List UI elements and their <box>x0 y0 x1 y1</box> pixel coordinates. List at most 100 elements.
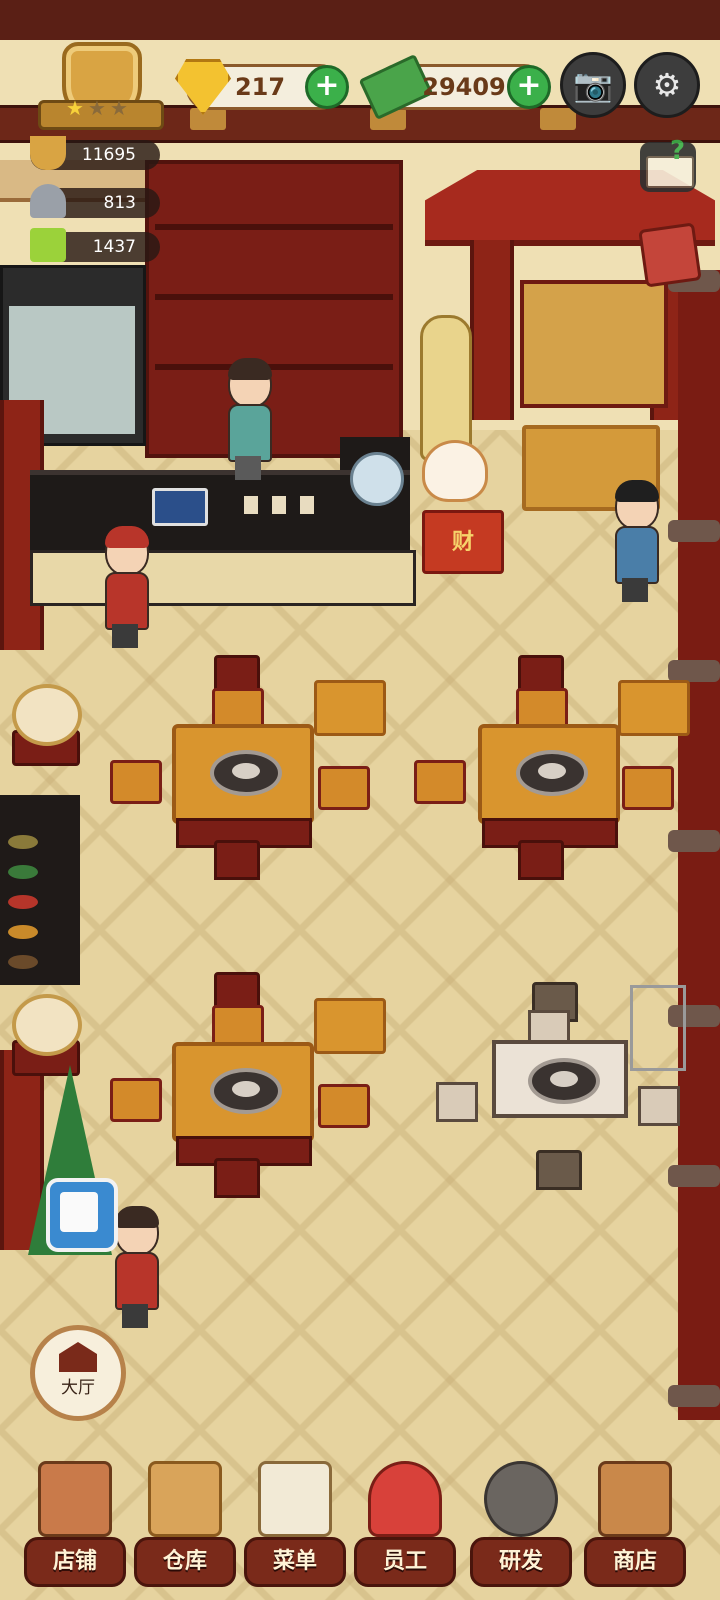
chair[interactable] <box>518 840 564 880</box>
chair[interactable] <box>622 766 674 810</box>
hall-button[interactable]: 大厅 <box>30 1325 126 1421</box>
side-bench[interactable] <box>314 680 386 736</box>
gem-count: 217 <box>234 73 286 101</box>
chair[interactable] <box>110 760 162 804</box>
clipboard-icon <box>60 1192 98 1232</box>
star-icon: ★ <box>88 96 106 120</box>
kitchen-doorway[interactable] <box>520 280 668 408</box>
warehouse-boxes-icon <box>148 1461 222 1537</box>
basic-chair[interactable] <box>436 1082 478 1122</box>
cash-count: 29409 <box>422 73 506 101</box>
shop-building-icon <box>38 1461 112 1537</box>
nav-label-plate: 员工 <box>354 1537 456 1587</box>
question-mark-icon: ? <box>670 136 686 166</box>
recipe-book-button[interactable] <box>638 222 702 288</box>
side-bench[interactable] <box>314 998 386 1054</box>
nav-label: 研发 <box>498 1549 543 1574</box>
nav-store[interactable]: 商店 <box>580 1455 686 1595</box>
basic-hotpot-table[interactable] <box>492 1040 628 1118</box>
research-wok-icon <box>484 1461 558 1537</box>
nav-label: 商店 <box>612 1549 657 1574</box>
store-stall-icon <box>598 1461 672 1537</box>
character-head <box>105 526 149 576</box>
basic-chair[interactable] <box>536 1150 582 1190</box>
camera-icon: 📷 <box>573 66 613 104</box>
nav-label: 仓库 <box>162 1549 207 1574</box>
sauce-bowl <box>8 955 38 969</box>
nav-staff[interactable]: 员工 <box>350 1455 456 1595</box>
restaurant-rank-badge[interactable]: ★ ★ ★ <box>38 42 164 130</box>
liquor-shelf[interactable] <box>145 160 403 458</box>
cashier-character[interactable] <box>225 358 272 480</box>
decor-vase[interactable] <box>12 684 82 746</box>
hotpot-table[interactable] <box>172 724 314 824</box>
game-scene[interactable]: 财 ★ ★ ★ 217 + 29409 + 📷 ⚙ 11695 813 1437… <box>0 0 720 1600</box>
chair[interactable] <box>318 766 370 810</box>
character-head <box>615 480 659 530</box>
lucky-cat[interactable] <box>422 440 488 502</box>
nav-research[interactable]: 研发 <box>466 1455 572 1595</box>
waiter-character[interactable] <box>112 1206 159 1328</box>
add-cash-button[interactable]: + <box>507 65 551 109</box>
settings-button[interactable]: ⚙ <box>634 52 700 118</box>
nav-menu[interactable]: 菜单 <box>240 1455 346 1595</box>
wire-rack <box>630 985 686 1071</box>
nav-label: 菜单 <box>272 1549 317 1574</box>
stat-pill-recipe: 1437 <box>30 228 160 262</box>
sauce-bowl <box>8 835 38 849</box>
gold-lamp <box>420 315 472 461</box>
counter-card <box>300 496 314 514</box>
pillar-cap <box>668 1165 720 1187</box>
side-bench[interactable] <box>618 680 690 736</box>
recipe-book-icon <box>30 228 66 262</box>
stat-pill-dish: 813 <box>30 184 160 218</box>
snow-globe <box>350 452 404 506</box>
nav-label: 员工 <box>382 1549 427 1574</box>
chair[interactable] <box>318 1084 370 1128</box>
character-legs <box>235 456 261 480</box>
stat-value: 1437 <box>92 237 136 257</box>
hall-label: 大厅 <box>61 1378 95 1398</box>
character-legs <box>122 1304 148 1328</box>
nav-label-plate: 商店 <box>584 1537 686 1587</box>
shelf-plank <box>155 224 393 230</box>
waiter-character[interactable] <box>102 526 149 648</box>
hotpot-table[interactable] <box>478 724 620 824</box>
basic-chair[interactable] <box>638 1086 680 1126</box>
nav-warehouse[interactable]: 仓库 <box>130 1455 236 1595</box>
customer-character[interactable] <box>612 480 659 612</box>
counter-card <box>244 496 258 514</box>
fortune-box[interactable]: 财 <box>422 510 504 574</box>
add-gems-button[interactable]: + <box>305 65 349 109</box>
order-list-button[interactable] <box>46 1178 118 1252</box>
pillar-cap <box>668 660 720 682</box>
pillar-cap <box>668 520 720 542</box>
chair[interactable] <box>110 1078 162 1122</box>
character-body <box>115 1252 159 1310</box>
sauce-bowl <box>8 925 38 939</box>
guide-button[interactable]: ? <box>640 138 696 192</box>
menu-clipboard-icon <box>258 1461 332 1537</box>
character-body <box>615 526 659 584</box>
hall-building-icon <box>59 1342 97 1372</box>
staff-chef-icon <box>368 1461 442 1537</box>
hotpot-table[interactable] <box>172 1042 314 1142</box>
gem-counter: 217 + <box>175 59 349 115</box>
camera-button[interactable]: 📷 <box>560 52 626 118</box>
decor-vase[interactable] <box>12 994 82 1056</box>
chair[interactable] <box>214 840 260 880</box>
chair[interactable] <box>214 1158 260 1198</box>
shelf-plank <box>155 294 393 300</box>
nav-shop-front[interactable]: 店铺 <box>20 1455 126 1595</box>
stat-value: 11695 <box>81 145 136 165</box>
bottom-nav: 店铺 仓库 菜单 员工 研发 商店 <box>0 1455 720 1600</box>
top-hud: ★ ★ ★ 217 + 29409 + 📷 ⚙ <box>0 0 720 160</box>
chair[interactable] <box>414 760 466 804</box>
star-icon: ★ <box>66 96 84 120</box>
sauce-station[interactable] <box>0 795 80 985</box>
character-head <box>115 1206 159 1256</box>
pillar-cap <box>668 1385 720 1407</box>
stat-pill-hotpot: 11695 <box>30 136 160 170</box>
hotpot <box>210 1068 282 1114</box>
character-body <box>228 404 272 462</box>
